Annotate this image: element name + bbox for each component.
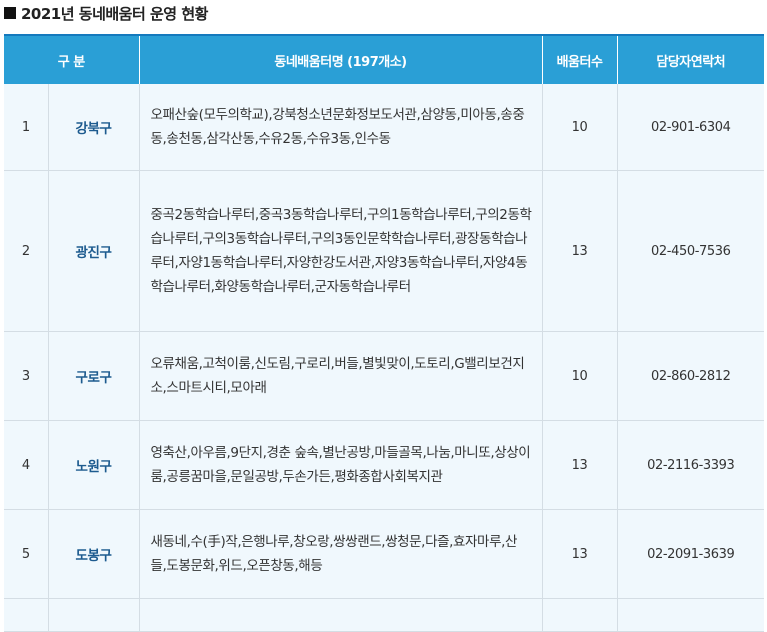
row-number: 2 [4,170,48,332]
district-name: 노원구 [47,420,140,510]
center-count: 10 [541,331,618,421]
center-names: 영축산,아우름,9단지,경춘 숲속,별난공방,마들골목,나눔,마니또,상상이룸,… [138,420,543,510]
contact-number: 02-860-2812 [616,331,765,421]
header-count: 배움터수 [541,35,618,84]
table-row: 5 도봉구 새동네,수(手)작,은행나루,창오랑,쌍쌍랜드,쌍청문,다즐,효자마… [4,509,765,599]
district-name: 강북구 [47,84,140,171]
row-number: 5 [4,509,48,599]
table-header-row: 구 분 동네배움터명 (197개소) 배움터수 담당자연락처 [4,35,765,84]
row-number: 4 [4,420,48,510]
center-names: 오패산숲(모두의학교),강북청소년문화정보도서관,삼양동,미아동,송중동,송천동… [138,84,543,171]
learning-center-table: 구 분 동네배움터명 (197개소) 배움터수 담당자연락처 1 강북구 오패산… [4,34,765,632]
center-names: 새동네,수(手)작,은행나루,창오랑,쌍쌍랜드,쌍청문,다즐,효자마루,산들,도… [138,509,543,599]
center-count: 13 [541,509,618,599]
district-name: 도봉구 [47,509,140,599]
section-title: 2021년 동네배움터 운영 현황 [0,0,767,26]
district-name: 구로구 [47,331,140,421]
header-names: 동네배움터명 (197개소) [138,35,543,84]
contact-number: 02-901-6304 [616,84,765,171]
table-row: 3 구로구 오류채움,고척이룸,신도림,구로리,버들,별빛맞이,도토리,G밸리보… [4,331,765,421]
table-row: 1 강북구 오패산숲(모두의학교),강북청소년문화정보도서관,삼양동,미아동,송… [4,84,765,171]
district-name: 광진구 [47,170,140,332]
table-row-partial [4,598,765,632]
contact-number: 02-2091-3639 [616,509,765,599]
center-names: 중곡2동학습나루터,중곡3동학습나루터,구의1동학습나루터,구의2동학습나루터,… [138,170,543,332]
header-category: 구 분 [4,35,140,84]
center-count: 13 [541,420,618,510]
square-bullet-icon [4,7,16,19]
header-contact: 담당자연락처 [616,35,765,84]
table-row: 4 노원구 영축산,아우름,9단지,경춘 숲속,별난공방,마들골목,나눔,마니또… [4,420,765,510]
center-count: 13 [541,170,618,332]
row-number: 3 [4,331,48,421]
contact-number: 02-2116-3393 [616,420,765,510]
contact-number: 02-450-7536 [616,170,765,332]
row-number: 1 [4,84,48,171]
center-count: 10 [541,84,618,171]
center-names: 오류채움,고척이룸,신도림,구로리,버들,별빛맞이,도토리,G밸리보건지소,스마… [138,331,543,421]
section-title-text: 2021년 동네배움터 운영 현황 [21,4,208,23]
table-row: 2 광진구 중곡2동학습나루터,중곡3동학습나루터,구의1동학습나루터,구의2동… [4,170,765,332]
